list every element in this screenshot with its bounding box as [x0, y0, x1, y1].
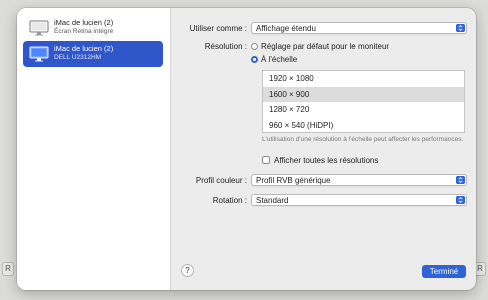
display-item-builtin[interactable]: iMac de lucien (2) Écran Retina intégré: [23, 15, 163, 41]
use-as-value: Affichage étendu: [256, 24, 316, 33]
list-item[interactable]: 1280 × 720: [263, 102, 464, 118]
radio-default-label: Réglage par défaut pour le moniteur: [261, 42, 390, 51]
resolution-label: Résolution :: [204, 42, 247, 51]
list-item[interactable]: 1600 × 900: [263, 86, 464, 102]
list-item[interactable]: 960 × 540 (HiDPI): [263, 118, 464, 134]
scaled-resolution-note: L'utilisation d'une résolution à l'échel…: [262, 136, 464, 143]
display-subtitle: Écran Retina intégré: [54, 28, 114, 35]
radio-button[interactable]: [251, 43, 258, 50]
radio-scaled-label: À l'échelle: [261, 55, 298, 64]
rotation-value: Standard: [256, 196, 289, 205]
updown-arrows-icon: [456, 24, 465, 32]
rotation-label: Rotation :: [212, 196, 247, 205]
done-button[interactable]: Terminé: [422, 265, 466, 278]
imac-icon: [29, 20, 49, 36]
display-name: iMac de lucien (2): [54, 44, 114, 53]
use-as-label: Utiliser comme :: [189, 24, 247, 33]
display-item-dell[interactable]: iMac de lucien (2) DELL U2312HM: [23, 41, 163, 67]
color-profile-label: Profil couleur :: [195, 176, 247, 185]
updown-arrows-icon: [456, 196, 465, 204]
color-profile-popup[interactable]: Profil RVB générique: [251, 174, 467, 186]
display-list: iMac de lucien (2) Écran Retina intégré …: [17, 8, 171, 290]
monitor-icon: [29, 46, 49, 62]
background-left-button: R: [2, 262, 14, 276]
radio-button[interactable]: [251, 56, 258, 63]
display-subtitle: DELL U2312HM: [54, 54, 102, 61]
display-settings-sheet: iMac de lucien (2) Écran Retina intégré …: [17, 8, 476, 290]
color-profile-value: Profil RVB générique: [256, 176, 331, 185]
rotation-popup[interactable]: Standard: [251, 194, 467, 206]
updown-arrows-icon: [456, 176, 465, 184]
list-item[interactable]: 1920 × 1080: [263, 71, 464, 87]
show-all-label: Afficher toutes les résolutions: [274, 156, 379, 165]
use-as-popup[interactable]: Affichage étendu: [251, 22, 467, 34]
resolution-list[interactable]: 1920 × 1080 1600 × 900 1280 × 720 960 × …: [262, 70, 465, 133]
checkbox[interactable]: [262, 156, 270, 164]
display-name: iMac de lucien (2): [54, 18, 114, 27]
help-button[interactable]: ?: [181, 264, 194, 277]
